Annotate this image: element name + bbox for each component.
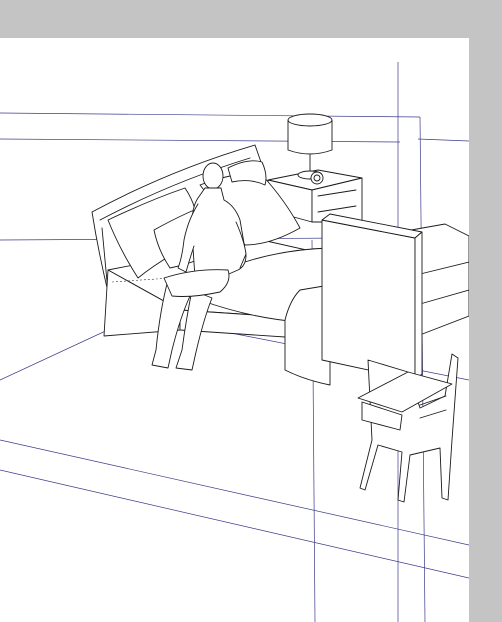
armchair-icon[interactable] [357,353,459,503]
line-drawing [0,62,469,622]
guide-horizontal-right[interactable] [417,138,469,142]
guide-horizontal-top[interactable] [0,112,421,118]
privacy-screen-icon[interactable] [321,213,423,381]
alarm-clock-icon[interactable] [310,171,324,185]
table-lamp-icon[interactable] [287,113,333,180]
drawing-page[interactable] [0,38,469,622]
floor-edge-front-2 [0,469,469,579]
right-gutter [469,0,502,622]
guide-horizontal-2[interactable] [0,138,401,143]
